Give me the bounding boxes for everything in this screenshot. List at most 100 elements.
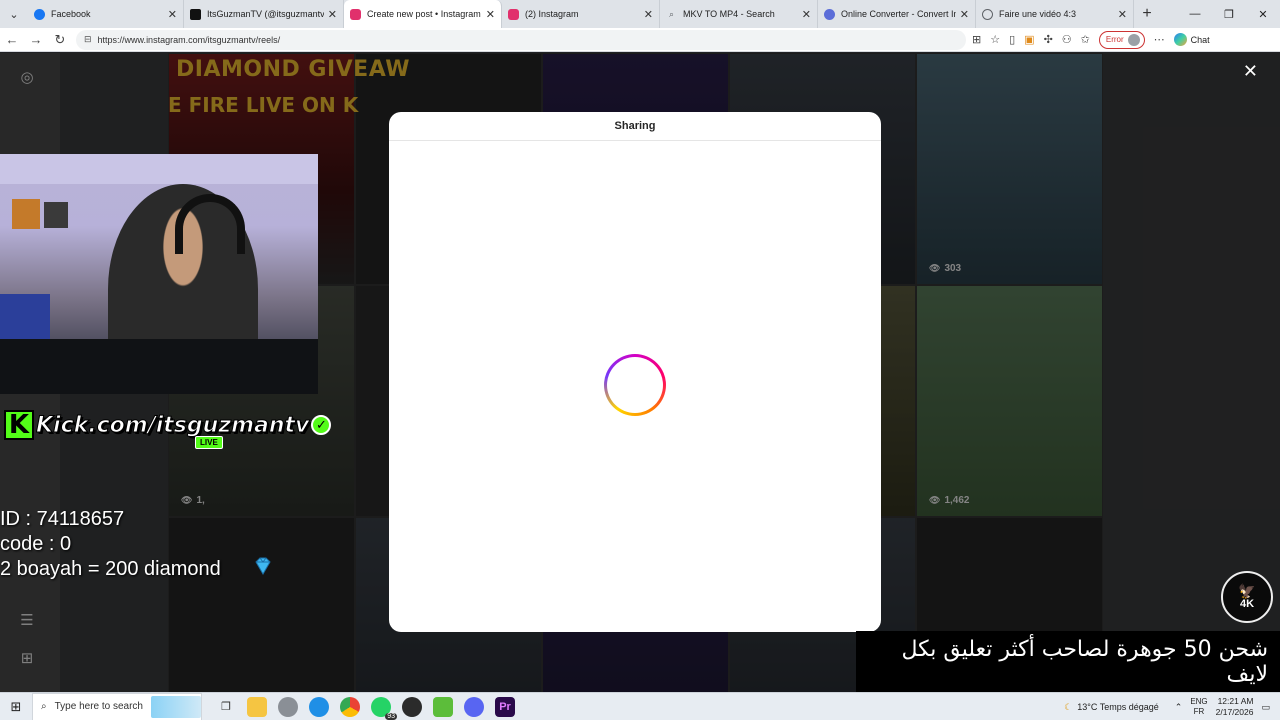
show-hidden-icons-icon[interactable]: ⌃ (1175, 702, 1183, 713)
windows-taskbar: ⊞ ⌕ Type here to search ❐ 93 Pr ☾ 13°C T… (0, 692, 1280, 720)
close-tab-icon[interactable]: ✕ (960, 8, 969, 21)
reading-view-icon[interactable]: ▯ (1009, 33, 1015, 46)
profile-error-button[interactable]: Error (1098, 30, 1145, 49)
address-bar: ← → ↻ ⊟ https://www.instagram.com/itsguz… (0, 28, 1280, 52)
clock[interactable]: 12:21 AM 2/17/2026 (1216, 696, 1254, 718)
kick-handle: Kick.com/itsguzmantv (35, 412, 310, 438)
clock-date: 2/17/2026 (1215, 707, 1254, 717)
extension-icon[interactable]: ▣ (1024, 33, 1034, 46)
tab-actions-menu[interactable]: ⌄ (0, 0, 28, 28)
favorites-bar-icon[interactable]: ✩ (1081, 33, 1090, 46)
tab-title: (2) Instagram (525, 9, 579, 19)
whatsapp-badge: 93 (385, 712, 397, 720)
more-menu-icon[interactable]: ⋯ (1154, 33, 1165, 46)
instagram-icon (350, 8, 361, 20)
dialog-title: Sharing (389, 112, 881, 141)
loading-spinner-icon (604, 354, 666, 416)
windows-start-icon[interactable]: ⊞ (0, 699, 32, 715)
notifications-icon[interactable]: ▭ (1261, 702, 1270, 713)
tiktok-icon (190, 8, 201, 20)
tab-title: Online Converter - Convert Image (841, 9, 956, 19)
site-info-icon[interactable]: ⊟ (84, 34, 92, 45)
search-icon: ⌕ (41, 701, 47, 712)
url-field[interactable]: ⊟ https://www.instagram.com/itsguzmantv/… (76, 29, 966, 50)
weather-widget[interactable]: ☾ 13°C Temps dégagé (1064, 702, 1159, 713)
wall-poster (12, 199, 40, 229)
globe-icon (982, 8, 993, 20)
tab-title: MKV TO MP4 - Search (683, 9, 775, 19)
app-available-icon[interactable]: ⊞ (972, 33, 981, 46)
stream-reward: 2 boayah = 200 diamond (0, 558, 221, 580)
edge-icon[interactable] (309, 696, 329, 717)
forward-icon[interactable]: → (24, 32, 48, 47)
tab-instagram[interactable]: (2) Instagram ✕ (502, 0, 660, 28)
discord-icon[interactable] (464, 696, 484, 717)
kick-logo-icon: K (4, 410, 34, 440)
stream-code: code : 0 (0, 533, 72, 555)
stream-info: ID : 74118657 code : 0 2 boayah = 200 di… (0, 507, 221, 582)
live-badge: LIVE (195, 436, 223, 449)
webcam-feed (0, 154, 318, 394)
taskbar-search[interactable]: ⌕ Type here to search (32, 692, 202, 720)
tab-create-new-post[interactable]: Create new post • Instagram ✕ (344, 0, 502, 28)
window-controls: — ❐ ✕ (1178, 0, 1280, 28)
tab-title: ItsGuzmanTV (@itsguzmantv1) | T (207, 9, 324, 19)
tab-faire-video[interactable]: Faire une vidéo 4:3 ✕ (976, 0, 1134, 28)
chrome-icon[interactable] (340, 696, 360, 717)
tab-itsguzmantv[interactable]: ItsGuzmanTV (@itsguzmantv1) | T ✕ (184, 0, 344, 28)
close-tab-icon[interactable]: ✕ (486, 8, 495, 21)
restore-icon[interactable]: ❐ (1212, 0, 1246, 28)
close-modal-icon[interactable]: ✕ (1243, 61, 1258, 82)
system-tray: ☾ 13°C Temps dégagé ⌃ ENG FR 12:21 AM 2/… (1064, 693, 1280, 720)
avatar (1127, 33, 1140, 46)
channel-logo: 🦅 4K (1221, 571, 1273, 623)
performance-icon[interactable]: ⚇ (1062, 33, 1072, 46)
favorite-star-icon[interactable]: ☆ (990, 33, 1000, 46)
close-window-icon[interactable]: ✕ (1246, 0, 1280, 28)
lang-primary: ENG (1190, 697, 1208, 706)
diamond-icon (255, 557, 271, 575)
browser-tab-strip: ⌄ Facebook ✕ ItsGuzmanTV (@itsguzmantv1)… (0, 0, 1280, 28)
refresh-icon[interactable]: ↻ (48, 32, 72, 48)
verified-check-icon: ✓ (311, 415, 332, 435)
chat-label: Chat (1190, 34, 1210, 45)
converter-icon (824, 8, 835, 20)
close-tab-icon[interactable]: ✕ (644, 8, 653, 21)
webcam-ceiling (0, 154, 318, 184)
close-tab-icon[interactable]: ✕ (168, 8, 177, 21)
lang-secondary: FR (1193, 707, 1205, 716)
task-view-icon[interactable]: ❐ (216, 697, 236, 717)
eagle-icon: 🦅 (1238, 583, 1256, 599)
close-tab-icon[interactable]: ✕ (802, 8, 811, 21)
whatsapp-icon[interactable]: 93 (371, 696, 397, 720)
close-tab-icon[interactable]: ✕ (1118, 8, 1127, 21)
extensions-puzzle-icon[interactable]: ✣ (1044, 33, 1053, 46)
sharing-dialog: Sharing (389, 112, 881, 632)
moon-icon: ☾ (1064, 701, 1073, 712)
tab-title: Facebook (51, 9, 91, 19)
kick-banner: K Kick.com/itsguzmantv ✓ (4, 410, 332, 440)
back-icon[interactable]: ← (0, 32, 24, 47)
tab-mkv-search[interactable]: ⌕ MKV TO MP4 - Search ✕ (660, 0, 818, 28)
weather-text: 13°C Temps dégagé (1077, 702, 1159, 712)
minimize-icon[interactable]: — (1178, 0, 1212, 28)
app-icon[interactable] (433, 696, 453, 717)
app-icon[interactable] (278, 696, 298, 717)
desk (0, 339, 318, 394)
premiere-icon[interactable]: Pr (495, 696, 515, 717)
language-indicator[interactable]: ENG FR (1190, 697, 1207, 717)
instagram-icon (508, 8, 519, 20)
tab-online-converter[interactable]: Online Converter - Convert Image ✕ (818, 0, 976, 28)
obs-icon[interactable] (402, 696, 422, 717)
close-tab-icon[interactable]: ✕ (328, 8, 337, 21)
file-explorer-icon[interactable] (247, 696, 267, 717)
new-tab-button[interactable]: + (1134, 5, 1160, 23)
search-highlight-image (151, 695, 201, 718)
tab-title: Faire une vidéo 4:3 (999, 9, 1077, 19)
copilot-chat-button[interactable]: Chat (1173, 33, 1210, 46)
arabic-banner: شحن 50 جوهرة لصاحب أكثر تعليق بكل لايف (856, 631, 1280, 692)
clock-time: 12:21 AM (1217, 696, 1254, 706)
url-text: https://www.instagram.com/itsguzmantv/re… (97, 34, 281, 45)
tab-facebook[interactable]: Facebook ✕ (28, 0, 184, 28)
headphones-icon (175, 194, 245, 254)
